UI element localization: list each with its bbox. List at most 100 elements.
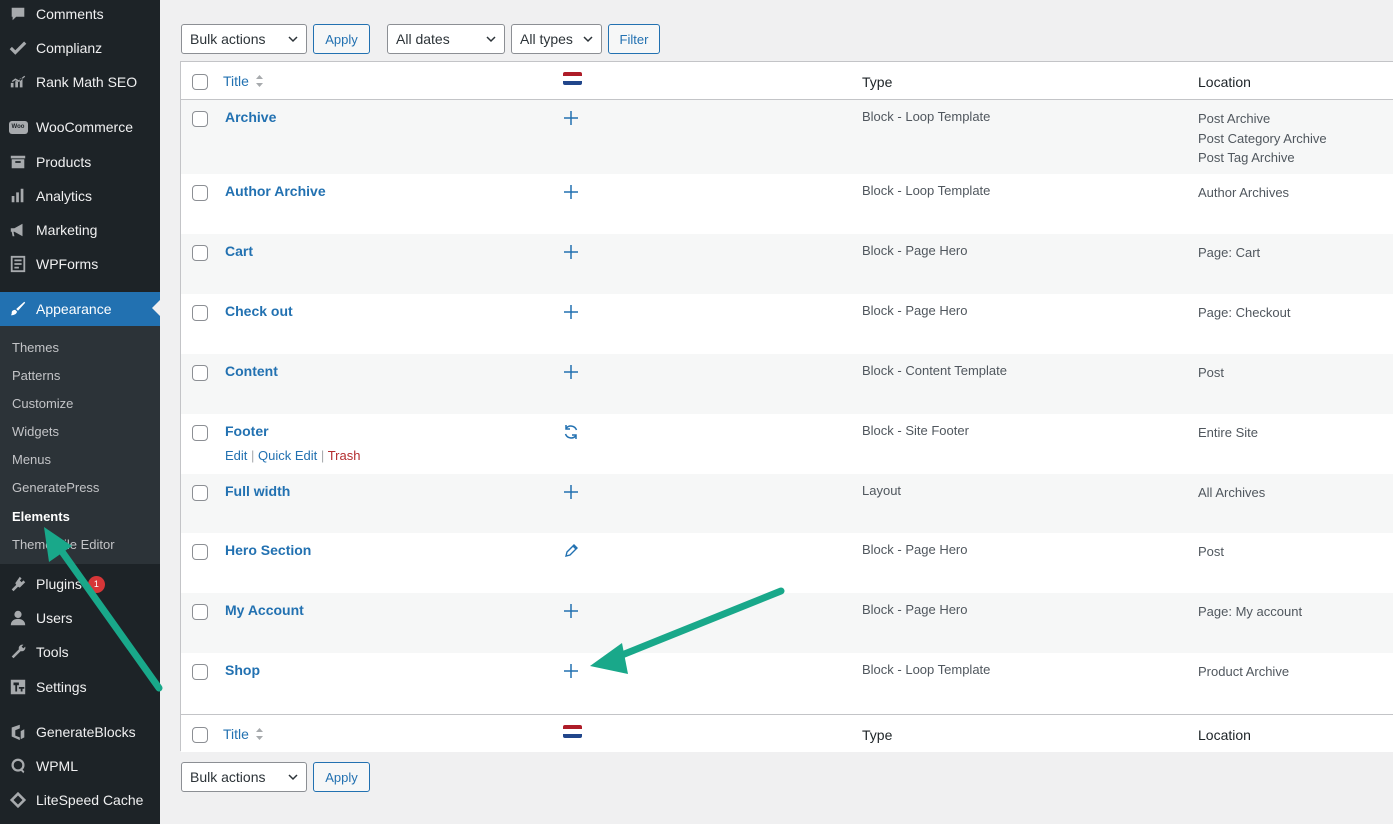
edit-link[interactable]: Edit <box>225 448 247 463</box>
select-all-checkbox-footer[interactable] <box>192 727 208 743</box>
submenu-item-menus[interactable]: Menus <box>12 452 51 467</box>
row-checkbox[interactable] <box>192 245 208 261</box>
chevron-down-icon <box>486 36 496 43</box>
plus-icon[interactable] <box>562 243 580 261</box>
submenu-item-theme-file-editor[interactable]: Theme File Editor <box>12 537 115 552</box>
element-type: Layout <box>862 483 902 498</box>
user-icon <box>0 609 36 627</box>
plus-icon[interactable] <box>562 602 580 620</box>
element-location: Page: My account <box>1198 604 1303 619</box>
plus-icon[interactable] <box>562 183 580 201</box>
comment-icon <box>0 5 36 23</box>
element-title-link[interactable]: Archive <box>225 109 276 125</box>
menu-item-analytics[interactable]: Analytics <box>0 179 160 213</box>
date-filter-select[interactable]: All dates <box>387 24 505 54</box>
apply-button-bottom[interactable]: Apply <box>313 762 370 792</box>
title-column-footer[interactable]: Title <box>223 726 264 742</box>
row-checkbox[interactable] <box>192 604 208 620</box>
sort-icon <box>255 728 263 740</box>
plus-icon[interactable] <box>562 483 580 501</box>
menu-item-comments[interactable]: Comments <box>0 0 160 31</box>
element-type: Block - Page Hero <box>862 243 968 258</box>
element-title-link[interactable]: Hero Section <box>225 542 311 558</box>
woo-icon: Woo <box>0 120 36 134</box>
menu-item-wpforms[interactable]: WPForms <box>0 247 160 281</box>
bulk-actions-select-bottom[interactable]: Bulk actions <box>181 762 307 792</box>
menu-item-label: Rank Math SEO <box>36 74 138 90</box>
pencil-icon[interactable] <box>562 542 580 560</box>
element-title-link[interactable]: Author Archive <box>225 183 326 199</box>
element-title-link[interactable]: Content <box>225 363 278 379</box>
elements-table: Title Type Location Archive Block - Loop… <box>180 61 1393 752</box>
menu-item-wpml[interactable]: WPML <box>0 749 160 783</box>
table-row: Cart Block - Page Hero Page: Cart <box>181 234 1393 294</box>
menu-item-tools[interactable]: Tools <box>0 635 160 669</box>
menu-item-rank-math-seo[interactable]: Rank Math SEO <box>0 65 160 99</box>
language-flag-icon[interactable] <box>563 72 582 85</box>
row-checkbox[interactable] <box>192 544 208 560</box>
refresh-icon[interactable] <box>562 423 580 441</box>
menu-item-plugins[interactable]: Plugins 1 <box>0 567 160 601</box>
menu-item-label: WooCommerce <box>36 119 133 135</box>
plus-icon[interactable] <box>562 109 580 127</box>
row-checkbox[interactable] <box>192 664 208 680</box>
table-row: My Account Block - Page Hero Page: My ac… <box>181 593 1393 653</box>
sort-icon <box>255 75 263 87</box>
menu-item-products[interactable]: Products <box>0 145 160 179</box>
submenu-item-generatepress[interactable]: GeneratePress <box>12 480 99 495</box>
admin-sidebar: Comments Complianz Rank Math SEO Woo Woo… <box>0 0 160 824</box>
column-label: Title <box>223 73 249 89</box>
element-type: Block - Loop Template <box>862 183 991 198</box>
element-location: Author Archives <box>1198 185 1290 200</box>
plus-icon[interactable] <box>562 303 580 321</box>
menu-item-marketing[interactable]: Marketing <box>0 213 160 247</box>
plus-icon[interactable] <box>562 662 580 680</box>
table-row: Author Archive Block - Loop Template Aut… <box>181 174 1393 234</box>
table-footer: Title Type Location <box>181 714 1393 752</box>
apply-button-top[interactable]: Apply <box>313 24 370 54</box>
submenu-item-elements[interactable]: Elements <box>12 509 70 524</box>
element-title-link[interactable]: My Account <box>225 602 304 618</box>
menu-item-settings[interactable]: Settings <box>0 670 160 704</box>
filter-button[interactable]: Filter <box>608 24 660 54</box>
menu-item-users[interactable]: Users <box>0 601 160 635</box>
element-title-link[interactable]: Footer <box>225 423 269 439</box>
menu-item-label: Tools <box>36 644 69 660</box>
submenu-item-widgets[interactable]: Widgets <box>12 424 59 439</box>
submenu-item-customize[interactable]: Customize <box>12 396 73 411</box>
element-title-link[interactable]: Full width <box>225 483 290 499</box>
submenu-item-themes[interactable]: Themes <box>12 340 59 355</box>
menu-item-appearance[interactable]: Appearance <box>0 292 160 326</box>
element-title-link[interactable]: Shop <box>225 662 260 678</box>
trash-link[interactable]: Trash <box>328 448 361 463</box>
bulk-actions-select-top[interactable]: Bulk actions <box>181 24 307 54</box>
chevron-down-icon <box>288 36 298 43</box>
select-all-checkbox[interactable] <box>192 74 208 90</box>
type-filter-select[interactable]: All types <box>511 24 602 54</box>
row-checkbox[interactable] <box>192 111 208 127</box>
element-location: Page: Cart <box>1198 245 1261 260</box>
type-column-header: Type <box>862 74 893 90</box>
row-checkbox[interactable] <box>192 485 208 501</box>
element-location: All Archives <box>1198 485 1266 500</box>
menu-item-woocommerce[interactable]: Woo WooCommerce <box>0 110 160 144</box>
select-value: Bulk actions <box>190 769 266 785</box>
type-column-footer: Type <box>862 727 893 743</box>
menu-item-label: Analytics <box>36 188 93 204</box>
location-line: Post Category Archive <box>1198 130 1327 146</box>
element-title-link[interactable]: Check out <box>225 303 293 319</box>
language-flag-icon[interactable] <box>563 725 582 738</box>
row-checkbox[interactable] <box>192 425 208 441</box>
row-checkbox[interactable] <box>192 365 208 381</box>
quick-edit-link[interactable]: Quick Edit <box>258 448 317 463</box>
menu-item-litespeed-cache[interactable]: LiteSpeed Cache <box>0 783 160 817</box>
row-checkbox[interactable] <box>192 185 208 201</box>
title-column-header[interactable]: Title <box>223 73 264 89</box>
plus-icon[interactable] <box>562 363 580 381</box>
separator: | <box>251 448 255 463</box>
submenu-item-patterns[interactable]: Patterns <box>12 368 60 383</box>
element-title-link[interactable]: Cart <box>225 243 253 259</box>
menu-item-complianz[interactable]: Complianz <box>0 31 160 65</box>
menu-item-generateblocks[interactable]: GenerateBlocks <box>0 715 160 749</box>
row-checkbox[interactable] <box>192 305 208 321</box>
